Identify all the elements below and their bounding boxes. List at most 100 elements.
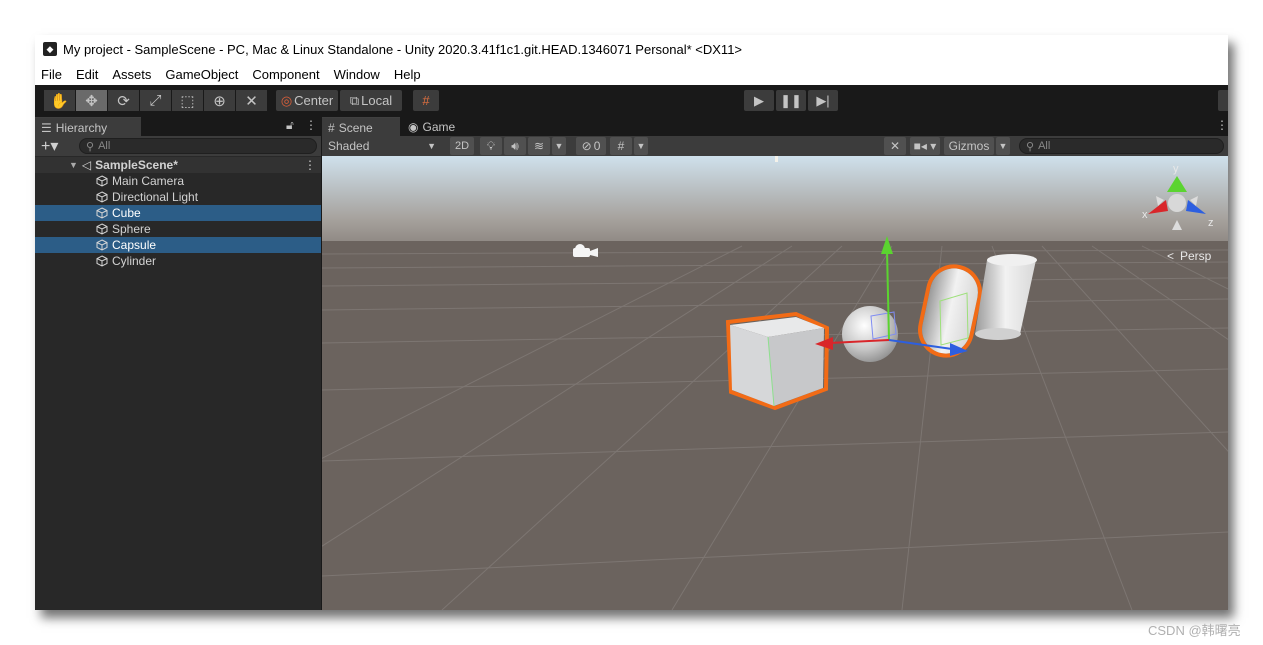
toggle-2d-button[interactable]: 2D — [450, 137, 474, 155]
cube-object — [725, 311, 830, 411]
custom-tool-icon[interactable]: ✕ — [236, 90, 267, 111]
grid-chevron-down-icon: ▼ — [636, 141, 646, 151]
menu-assets[interactable]: Assets — [105, 67, 158, 82]
hierarchy-item-cube[interactable]: Cube — [35, 205, 321, 221]
hierarchy-search-placeholder: All — [98, 140, 111, 152]
transform-tool-icon[interactable]: ⊕ — [204, 90, 235, 111]
audio-toggle[interactable]: 🔊︎ — [504, 137, 526, 155]
gameobject-cube-icon — [96, 191, 108, 203]
play-button[interactable]: ▶ — [744, 90, 774, 111]
menu-help[interactable]: Help — [387, 67, 428, 82]
gizmos-chevron-down-icon: ▼ — [998, 141, 1008, 151]
scene-name: SampleScene* — [95, 158, 178, 172]
hierarchy-item-capsule[interactable]: Capsule — [35, 237, 321, 253]
projection-label[interactable]: Persp — [1180, 249, 1212, 263]
grid-snap-icon: # — [422, 93, 430, 108]
scene-menu-icon[interactable]: ⋮ — [304, 158, 316, 172]
chevron-down-icon: ▼ — [554, 141, 564, 151]
hierarchy-item-cylinder[interactable]: Cylinder — [35, 253, 321, 269]
scene-viewport[interactable]: y x z Persp < — [322, 156, 1228, 610]
hierarchy-tab-label: Hierarchy — [55, 120, 108, 135]
transform-tools: ✋ ✥ ⟳ ⤢ ⬚ ⊕ ✕ — [44, 90, 268, 111]
menu-edit[interactable]: Edit — [69, 67, 105, 82]
hierarchy-search-input[interactable]: ⚲ All — [79, 138, 317, 154]
gameobject-cube-icon — [96, 239, 108, 251]
effects-dropdown[interactable]: ▼ — [552, 137, 566, 155]
title-bar: ◆ My project - SampleScene - PC, Mac & L… — [35, 35, 1228, 63]
hand-tool-icon[interactable]: ✋ — [44, 90, 75, 111]
lighting-toggle[interactable]: 💡︎ — [480, 137, 502, 155]
menu-component[interactable]: Component — [245, 67, 326, 82]
scale-tool-icon[interactable]: ⤢ — [140, 90, 171, 111]
menu-window[interactable]: Window — [327, 67, 387, 82]
menu-bar: File Edit Assets GameObject Component Wi… — [35, 63, 1228, 85]
gizmos-dropdown[interactable]: ▼ — [996, 137, 1010, 155]
account-button[interactable] — [1218, 90, 1228, 111]
move-tool-icon[interactable]: ✥ — [76, 90, 107, 111]
menu-gameobject[interactable]: GameObject — [158, 67, 245, 82]
shading-mode-dropdown[interactable]: Shaded ▼ — [324, 137, 440, 155]
pivot-icon: ◎ — [280, 92, 293, 108]
play-icon: ▶ — [754, 92, 764, 108]
hidden-count: 0 — [593, 139, 601, 153]
hidden-objects-toggle[interactable]: ⊘ 0 — [576, 137, 606, 155]
effects-toggle[interactable]: ≋ — [528, 137, 550, 155]
snap-grid-button[interactable]: # — [413, 90, 439, 111]
space-label: Local — [361, 93, 393, 108]
axis-z-label: z — [1208, 217, 1214, 229]
add-icon[interactable]: +▾ — [41, 136, 58, 156]
pause-button[interactable]: ❚❚ — [776, 90, 806, 111]
hierarchy-item-directional-light[interactable]: Directional Light — [35, 189, 321, 205]
hierarchy-tab-row: ☰ Hierarchy 🔓︎ ⋮ — [35, 115, 321, 137]
unity-logo-icon: ◆ — [43, 42, 57, 56]
lock-icon[interactable]: 🔓︎ — [286, 118, 294, 133]
hierarchy-item-label: Sphere — [112, 222, 151, 236]
axis-x-label: x — [1142, 209, 1148, 221]
gameobject-cube-icon — [96, 207, 108, 219]
gizmos-button[interactable]: Gizmos — [944, 137, 994, 155]
hierarchy-item-label: Directional Light — [112, 190, 199, 204]
game-tab-label: Game — [422, 119, 456, 134]
pivot-label: Center — [294, 93, 334, 108]
unity-editor-window: ◆ My project - SampleScene - PC, Mac & L… — [35, 35, 1228, 610]
scene-toolbar: Shaded ▼ 2D 💡︎ 🔊︎ ≋ ▼ ⊘ 0 # ▼ ✕ ■◂ ▾ Giz… — [322, 136, 1228, 156]
tab-game[interactable]: ◉ Game — [402, 117, 472, 136]
tab-scene[interactable]: # Scene — [322, 117, 400, 137]
lightbulb-icon: 💡︎ — [486, 138, 496, 153]
ground-plane — [322, 241, 1228, 610]
grid-toggle[interactable]: # — [610, 137, 632, 155]
camera-toggle[interactable]: ■◂ ▾ — [910, 137, 940, 155]
hierarchy-item-label: Cylinder — [112, 254, 157, 268]
scene-root-row[interactable]: ▼ ◁ SampleScene* ⋮ — [35, 157, 321, 173]
scene-search-icon: ⚲ — [1026, 140, 1035, 153]
list-icon: ☰ — [41, 120, 52, 135]
rotate-tool-icon[interactable]: ⟳ — [108, 90, 139, 111]
unity-scene-icon: ◁ — [81, 158, 92, 172]
pause-icon: ❚❚ — [780, 92, 802, 108]
scene-search-input[interactable]: ⚲ All — [1019, 138, 1224, 154]
eye-slash-icon: ⊘ — [581, 139, 592, 153]
tools-toggle[interactable]: ✕ — [884, 137, 906, 155]
expand-arrow-icon[interactable]: ▼ — [69, 160, 78, 170]
rect-tool-icon[interactable]: ⬚ — [172, 90, 203, 111]
pivot-local-button[interactable]: ⧉ Local — [340, 90, 402, 111]
scene-panel: # Scene ◉ Game ⋮ Shaded ▼ 2D 💡︎ 🔊︎ ≋ ▼ ⊘ — [322, 115, 1228, 610]
more-options-icon[interactable]: ⋮ — [305, 118, 317, 132]
scene-tab-row: # Scene ◉ Game ⋮ — [322, 115, 1228, 137]
pivot-center-button[interactable]: ◎ Center — [276, 90, 338, 111]
grid-dropdown[interactable]: ▼ — [634, 137, 648, 155]
hierarchy-item-label: Capsule — [112, 238, 157, 252]
hierarchy-item-main-camera[interactable]: Main Camera — [35, 173, 321, 189]
gameobject-cube-icon — [96, 255, 108, 267]
hierarchy-item-sphere[interactable]: Sphere — [35, 221, 321, 237]
dropdown-arrow-icon: ▼ — [427, 141, 436, 151]
speaker-icon: 🔊︎ — [511, 138, 519, 153]
menu-file[interactable]: File — [35, 67, 69, 82]
main-toolbar: ✋ ✥ ⟳ ⤢ ⬚ ⊕ ✕ ◎ Center ⧉ Local # ▶ ❚❚ ▶| — [35, 85, 1228, 115]
hierarchy-item-label: Cube — [112, 206, 141, 220]
step-button[interactable]: ▶| — [808, 90, 838, 111]
hierarchy-toolbar: +▾ ⚲ All — [35, 136, 321, 156]
gizmos-label: Gizmos — [948, 139, 990, 153]
tab-hierarchy[interactable]: ☰ Hierarchy — [35, 117, 141, 137]
scene-more-options-icon[interactable]: ⋮ — [1216, 118, 1228, 132]
